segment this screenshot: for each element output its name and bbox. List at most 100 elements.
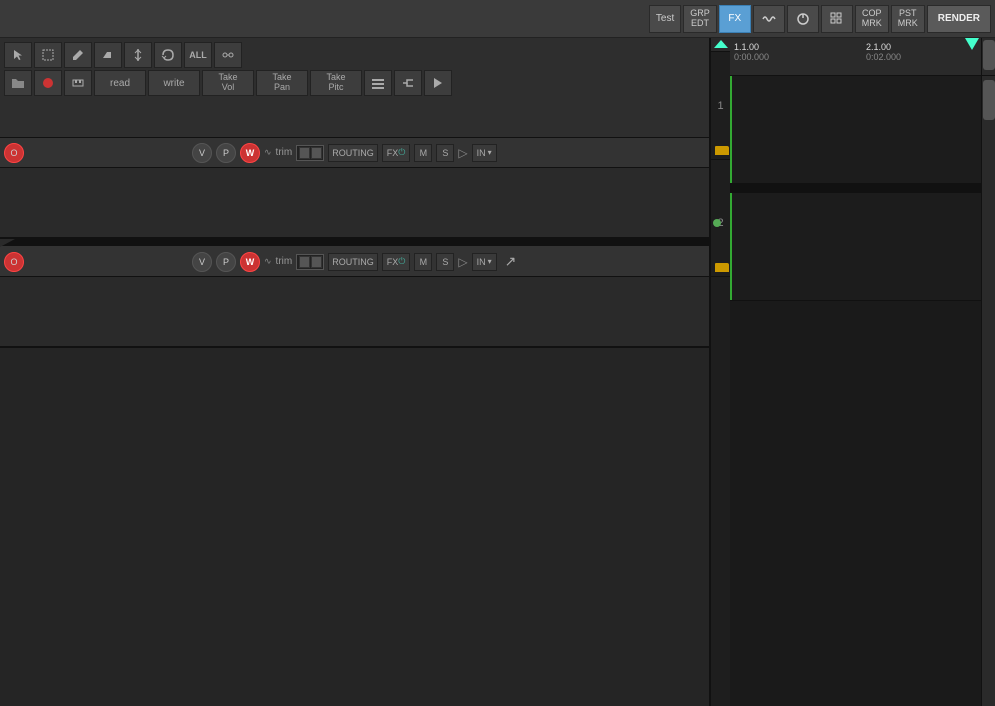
track-2-dropdown-arrow: ▾ [488, 257, 492, 266]
track-2-trim-label: trim [276, 256, 293, 267]
arrangement-track-1-row [730, 76, 995, 184]
select-icon [41, 48, 55, 62]
timeline-playhead-end [965, 38, 979, 50]
timeline-header: 1.1.00 0:00.000 2.1.00 0:02.000 [730, 38, 995, 76]
route-btn[interactable] [394, 70, 422, 96]
track-1-meter: -60 -54 -48 -42 -36 -30 -24 -18 -12 -6 - [0, 168, 709, 237]
track-2-toggle-switch[interactable] [296, 254, 324, 270]
all-tool[interactable]: ALL [184, 42, 212, 68]
fx-chain-icon [221, 48, 235, 62]
play-icon [431, 76, 445, 90]
track-1-controls-top: O V P W ∿ trim ROUTING FX [0, 138, 709, 168]
marker-1-label: 1.1.00 [734, 42, 769, 52]
v-scroll-thumb-right[interactable] [983, 80, 995, 120]
loop-tool[interactable] [154, 42, 182, 68]
track-2-p-btn[interactable]: P [216, 252, 236, 272]
track-separator-1 [0, 239, 709, 247]
track-1-record-btn[interactable]: O [4, 143, 24, 163]
track-2-routing-btn[interactable]: ROUTING [328, 253, 378, 271]
v-scroll-thumb[interactable] [983, 40, 995, 70]
track-2-wave-icon: ∿ [264, 256, 272, 267]
test-button[interactable]: Test [649, 5, 681, 33]
cursor-tool[interactable] [4, 42, 32, 68]
render-button[interactable]: RENDER [927, 5, 991, 33]
track-2-meter: -60 -54 -48 -42 -36 -30 -24 -18 -12 -6 - [0, 277, 709, 346]
record-tool[interactable] [34, 70, 62, 96]
erase-tool[interactable] [94, 42, 122, 68]
pst-mrk-button[interactable]: PST MRK [891, 5, 925, 33]
track-1: O V P W ∿ trim ROUTING FX [0, 138, 709, 239]
track-1-fx-btn[interactable]: FX ⏻ [382, 144, 411, 162]
track-2-controls: O V P W ∿ trim ROUTING FX [0, 247, 709, 347]
wave-button[interactable] [753, 5, 785, 33]
marker-2-label: 2.1.00 [866, 42, 901, 52]
track-2-fx-btn[interactable]: FX ⏻ [382, 253, 411, 271]
grp-edt-button[interactable]: GRP EDT [683, 5, 717, 33]
folder-icon [11, 76, 25, 90]
midi-tool[interactable] [64, 70, 92, 96]
track-1-send-arrow: ▷ [458, 146, 467, 160]
v-scrollbar-right[interactable] [981, 76, 995, 706]
v-scrollbar-top[interactable] [981, 38, 995, 75]
grid-button[interactable] [821, 5, 853, 33]
play-btn[interactable] [424, 70, 452, 96]
timeline-marker-2: 2.1.00 0:02.000 [866, 42, 901, 62]
track-1-s-btn[interactable]: S [436, 144, 454, 162]
track-1-v-btn[interactable]: V [192, 143, 212, 163]
track-number-column: 1 2 [710, 38, 730, 706]
read-btn[interactable]: read [94, 70, 146, 96]
grid2-icon [371, 76, 385, 90]
power-button[interactable] [787, 5, 819, 33]
scroll-top-area [711, 38, 730, 52]
track-1-number: 1 [717, 100, 723, 112]
toolbar-row2: read write TakeVol TakePan TakePitc [4, 70, 705, 96]
record-icon [41, 76, 55, 90]
wave-icon [762, 12, 776, 26]
track-2-s-btn[interactable]: S [436, 253, 454, 271]
folder-tool[interactable] [4, 70, 32, 96]
track-2-folder-icon[interactable] [715, 263, 729, 272]
track-2-active-dot [713, 219, 721, 227]
secondary-toolbar: ALL [0, 38, 709, 138]
main-area: ALL [0, 38, 995, 706]
track-1-m-btn[interactable]: M [414, 144, 432, 162]
split-icon [131, 48, 145, 62]
arrangement-track-2-green-line [730, 193, 732, 300]
track-1-folder-icon[interactable] [715, 146, 729, 155]
track-1-wave-icon: ∿ [264, 147, 272, 158]
grid2-btn[interactable] [364, 70, 392, 96]
track-1-w-btn[interactable]: W [240, 143, 260, 163]
marker-1-sublabel: 0:00.000 [734, 52, 769, 62]
track-2-in-btn[interactable]: IN ▾ [472, 253, 497, 271]
loop-icon [161, 48, 175, 62]
track-1-dropdown-arrow: ▾ [488, 148, 492, 157]
track-1-routing-btn[interactable]: ROUTING [328, 144, 378, 162]
track-2-w-btn[interactable]: W [240, 252, 260, 272]
track-1-p-btn[interactable]: P [216, 143, 236, 163]
playhead-triangle [714, 40, 728, 48]
draw-icon [71, 48, 85, 62]
fx-chain-tool[interactable] [214, 42, 242, 68]
midi-icon [71, 76, 85, 90]
take-vol-btn[interactable]: TakeVol [202, 70, 254, 96]
track-2-v-btn[interactable]: V [192, 252, 212, 272]
draw-tool[interactable] [64, 42, 92, 68]
cursor-icon [11, 48, 25, 62]
track-1-in-btn[interactable]: IN ▾ [472, 144, 497, 162]
track-2-controls-top: O V P W ∿ trim ROUTING FX [0, 247, 709, 277]
write-btn[interactable]: write [148, 70, 200, 96]
grid-icon [830, 12, 844, 26]
track-2-m-btn[interactable]: M [414, 253, 432, 271]
take-pitch-btn[interactable]: TakePitc [310, 70, 362, 96]
cop-mrk-button[interactable]: COP MRK [855, 5, 889, 33]
track-1-toggle-switch[interactable] [296, 145, 324, 161]
select-tool[interactable] [34, 42, 62, 68]
track-1-num-cell: 1 [711, 52, 730, 160]
track-2-send-arrow: ▷ [458, 255, 467, 269]
fx-button[interactable]: FX [719, 5, 751, 33]
route-icon [401, 76, 415, 90]
take-pan-btn[interactable]: TakePan [256, 70, 308, 96]
toolbar-row1: ALL [4, 42, 705, 68]
track-2-record-btn[interactable]: O [4, 252, 24, 272]
split-tool[interactable] [124, 42, 152, 68]
